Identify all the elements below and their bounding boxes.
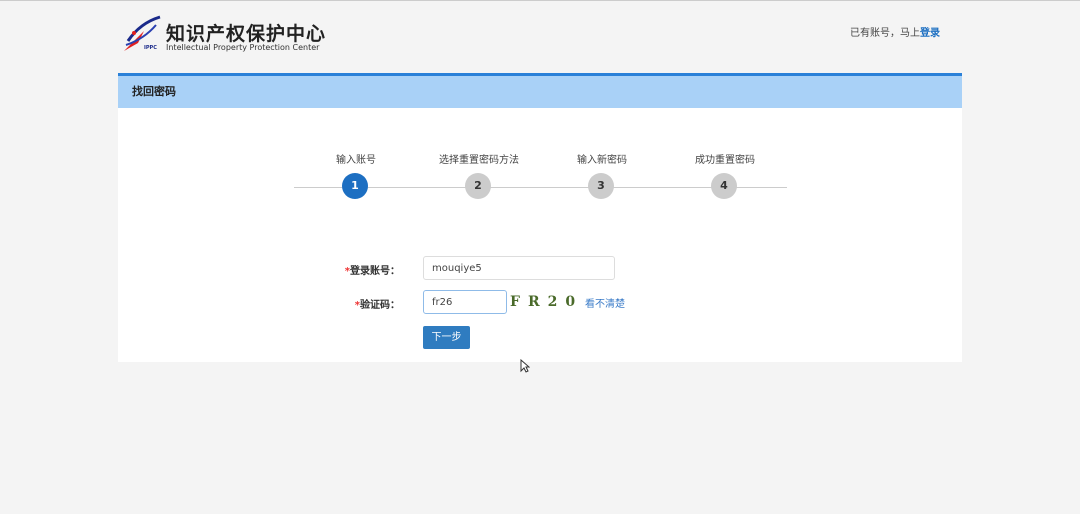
logo[interactable] — [120, 13, 164, 53]
step-label-1: 输入账号 — [336, 155, 376, 166]
panel-title: 找回密码 — [118, 76, 962, 108]
login-prompt: 已有账号，马上登录 — [850, 24, 940, 39]
step-4: 4 — [711, 173, 737, 199]
logo-abbr: IPPC — [144, 45, 157, 51]
captcha-label-text: 验证码： — [360, 300, 400, 311]
captcha-label: *验证码： — [310, 296, 400, 311]
logo-title: 知识产权保护中心 — [166, 23, 327, 45]
logo-icon — [124, 15, 161, 51]
login-link[interactable]: 登录 — [920, 28, 940, 39]
step-1: 1 — [342, 173, 368, 199]
step-label-4: 成功重置密码 — [695, 155, 755, 166]
captcha-image[interactable]: FR20 — [510, 290, 580, 314]
account-input[interactable] — [423, 256, 615, 280]
captcha-input[interactable] — [423, 290, 507, 314]
logo-subtitle: Intellectual Property Protection Center — [166, 43, 320, 52]
login-prompt-text: 已有账号，马上 — [850, 28, 920, 39]
captcha-refresh-link[interactable]: 看不清楚 — [585, 295, 625, 310]
next-button[interactable]: 下一步 — [423, 326, 470, 349]
mouse-cursor-icon — [520, 358, 531, 377]
step-label-2: 选择重置密码方法 — [439, 155, 519, 166]
account-label: *登录账号： — [310, 262, 400, 277]
recover-panel: 找回密码 — [118, 73, 962, 362]
account-label-text: 登录账号： — [350, 266, 400, 277]
step-label-3: 输入新密码 — [577, 155, 627, 166]
step-2: 2 — [465, 173, 491, 199]
step-3: 3 — [588, 173, 614, 199]
